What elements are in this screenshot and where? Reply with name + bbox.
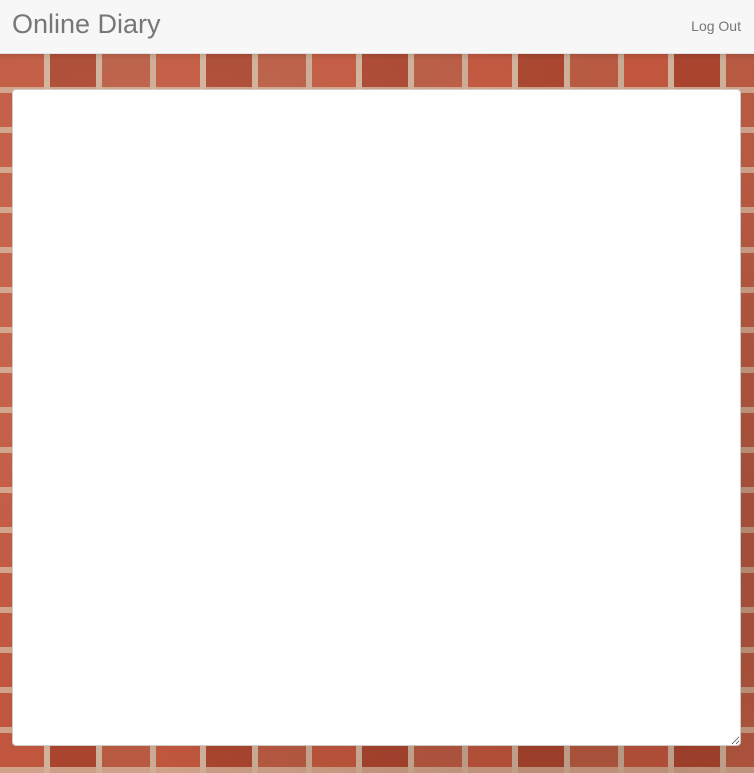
brand-link[interactable]: Online Diary bbox=[12, 7, 161, 41]
diary-textarea[interactable] bbox=[12, 89, 741, 746]
diary-container bbox=[12, 89, 741, 746]
navbar: Online Diary Log Out bbox=[0, 0, 754, 54]
log-out-link[interactable]: Log Out bbox=[691, 16, 741, 36]
